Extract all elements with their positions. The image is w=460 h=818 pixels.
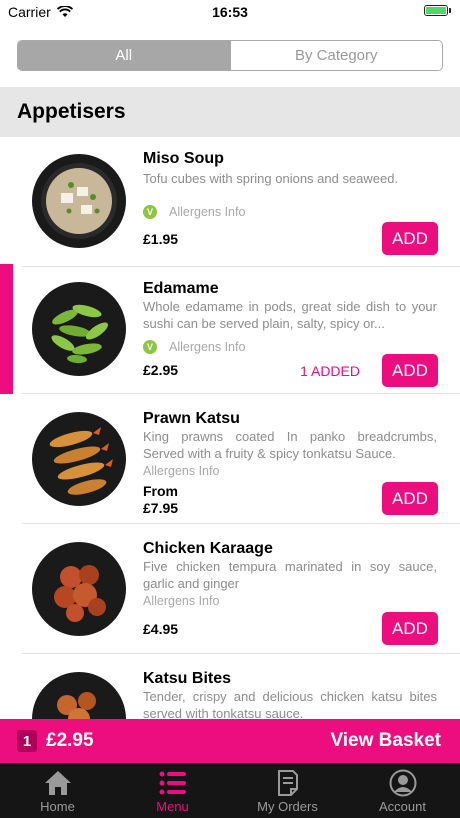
basket-total: £2.95	[46, 730, 94, 751]
katsu-bites-image	[32, 672, 126, 719]
allergens-info-link[interactable]: V Allergens Info	[143, 205, 245, 219]
added-count-label: 1 ADDED	[300, 363, 360, 379]
view-basket-button[interactable]: View Basket	[330, 730, 441, 752]
tab-home-label: Home	[40, 799, 75, 814]
item-name: Prawn Katsu	[143, 410, 240, 427]
item-description: Tender, crispy and delicious chicken kat…	[143, 689, 437, 719]
item-price: £2.95	[143, 362, 179, 378]
home-icon	[44, 771, 71, 795]
menu-item[interactable]: Katsu Bites Tender, crispy and delicious…	[0, 654, 460, 719]
chicken-karaage-image	[32, 542, 126, 636]
allergens-info-link[interactable]: Allergens Info	[143, 464, 219, 478]
filter-segmented-control: All By Category	[17, 40, 443, 71]
allergens-label: Allergens Info	[143, 594, 220, 608]
menu-item[interactable]: Miso Soup Tofu cubes with spring onions …	[0, 137, 460, 267]
allergens-label: Allergens Info	[169, 205, 246, 219]
tab-my-orders[interactable]: My Orders	[230, 763, 345, 818]
menu-item[interactable]: Chicken Karaage Five chicken tempura mar…	[0, 524, 460, 654]
menu-icon	[159, 771, 186, 795]
item-name: Miso Soup	[143, 150, 224, 167]
tab-menu[interactable]: Menu	[115, 763, 230, 818]
tab-menu-label: Menu	[156, 799, 189, 814]
added-indicator	[0, 264, 13, 394]
item-price: £1.95	[143, 231, 179, 247]
tab-home[interactable]: Home	[0, 763, 115, 818]
item-name: Edamame	[143, 280, 219, 297]
tab-account[interactable]: Account	[345, 763, 460, 818]
clock: 16:53	[212, 4, 248, 20]
tab-bar: Home Menu My Orders Account	[0, 763, 460, 818]
allergens-info-link[interactable]: V Allergens Info	[143, 340, 245, 354]
menu-item[interactable]: Edamame Whole edamame in pods, great sid…	[0, 264, 460, 394]
prawn-katsu-image	[32, 412, 126, 506]
allergens-label: Allergens Info	[143, 464, 220, 478]
add-button[interactable]: ADD	[382, 612, 438, 645]
account-icon	[389, 769, 416, 797]
item-description: King prawns coated In panko breadcrumbs,…	[143, 429, 437, 461]
section-title: Appetisers	[17, 100, 126, 123]
item-description: Tofu cubes with spring onions and seawee…	[143, 171, 399, 186]
item-price: £4.95	[143, 621, 179, 637]
tab-account-label: Account	[379, 799, 426, 814]
allergens-info-link[interactable]: Allergens Info	[143, 594, 219, 608]
segment-all[interactable]: All	[18, 41, 230, 70]
vegetarian-icon: V	[143, 340, 157, 354]
add-button[interactable]: ADD	[382, 482, 438, 515]
tab-my-orders-label: My Orders	[257, 799, 318, 814]
battery-icon	[424, 5, 451, 16]
section-header: Appetisers	[0, 87, 460, 137]
menu-item[interactable]: Prawn Katsu King prawns coated In panko …	[0, 394, 460, 524]
status-bar: Carrier 16:53	[0, 0, 460, 24]
basket-bar[interactable]: 1 £2.95 View Basket	[0, 719, 460, 763]
item-price-from: From	[143, 483, 178, 499]
add-button[interactable]: ADD	[382, 222, 438, 255]
orders-icon	[277, 770, 298, 796]
item-description: Five chicken tempura marinated in soy sa…	[143, 559, 437, 591]
basket-count-badge: 1	[17, 730, 37, 752]
segment-by-category[interactable]: By Category	[229, 41, 442, 70]
add-button[interactable]: ADD	[382, 354, 438, 387]
edamame-image	[32, 282, 126, 376]
item-name: Chicken Karaage	[143, 540, 273, 557]
vegetarian-icon: V	[143, 205, 157, 219]
item-price: £7.95	[143, 500, 179, 516]
allergens-label: Allergens Info	[169, 340, 246, 354]
miso-soup-image	[32, 154, 126, 248]
item-name: Katsu Bites	[143, 670, 232, 687]
item-description: Whole edamame in pods, great side dish t…	[143, 299, 437, 331]
